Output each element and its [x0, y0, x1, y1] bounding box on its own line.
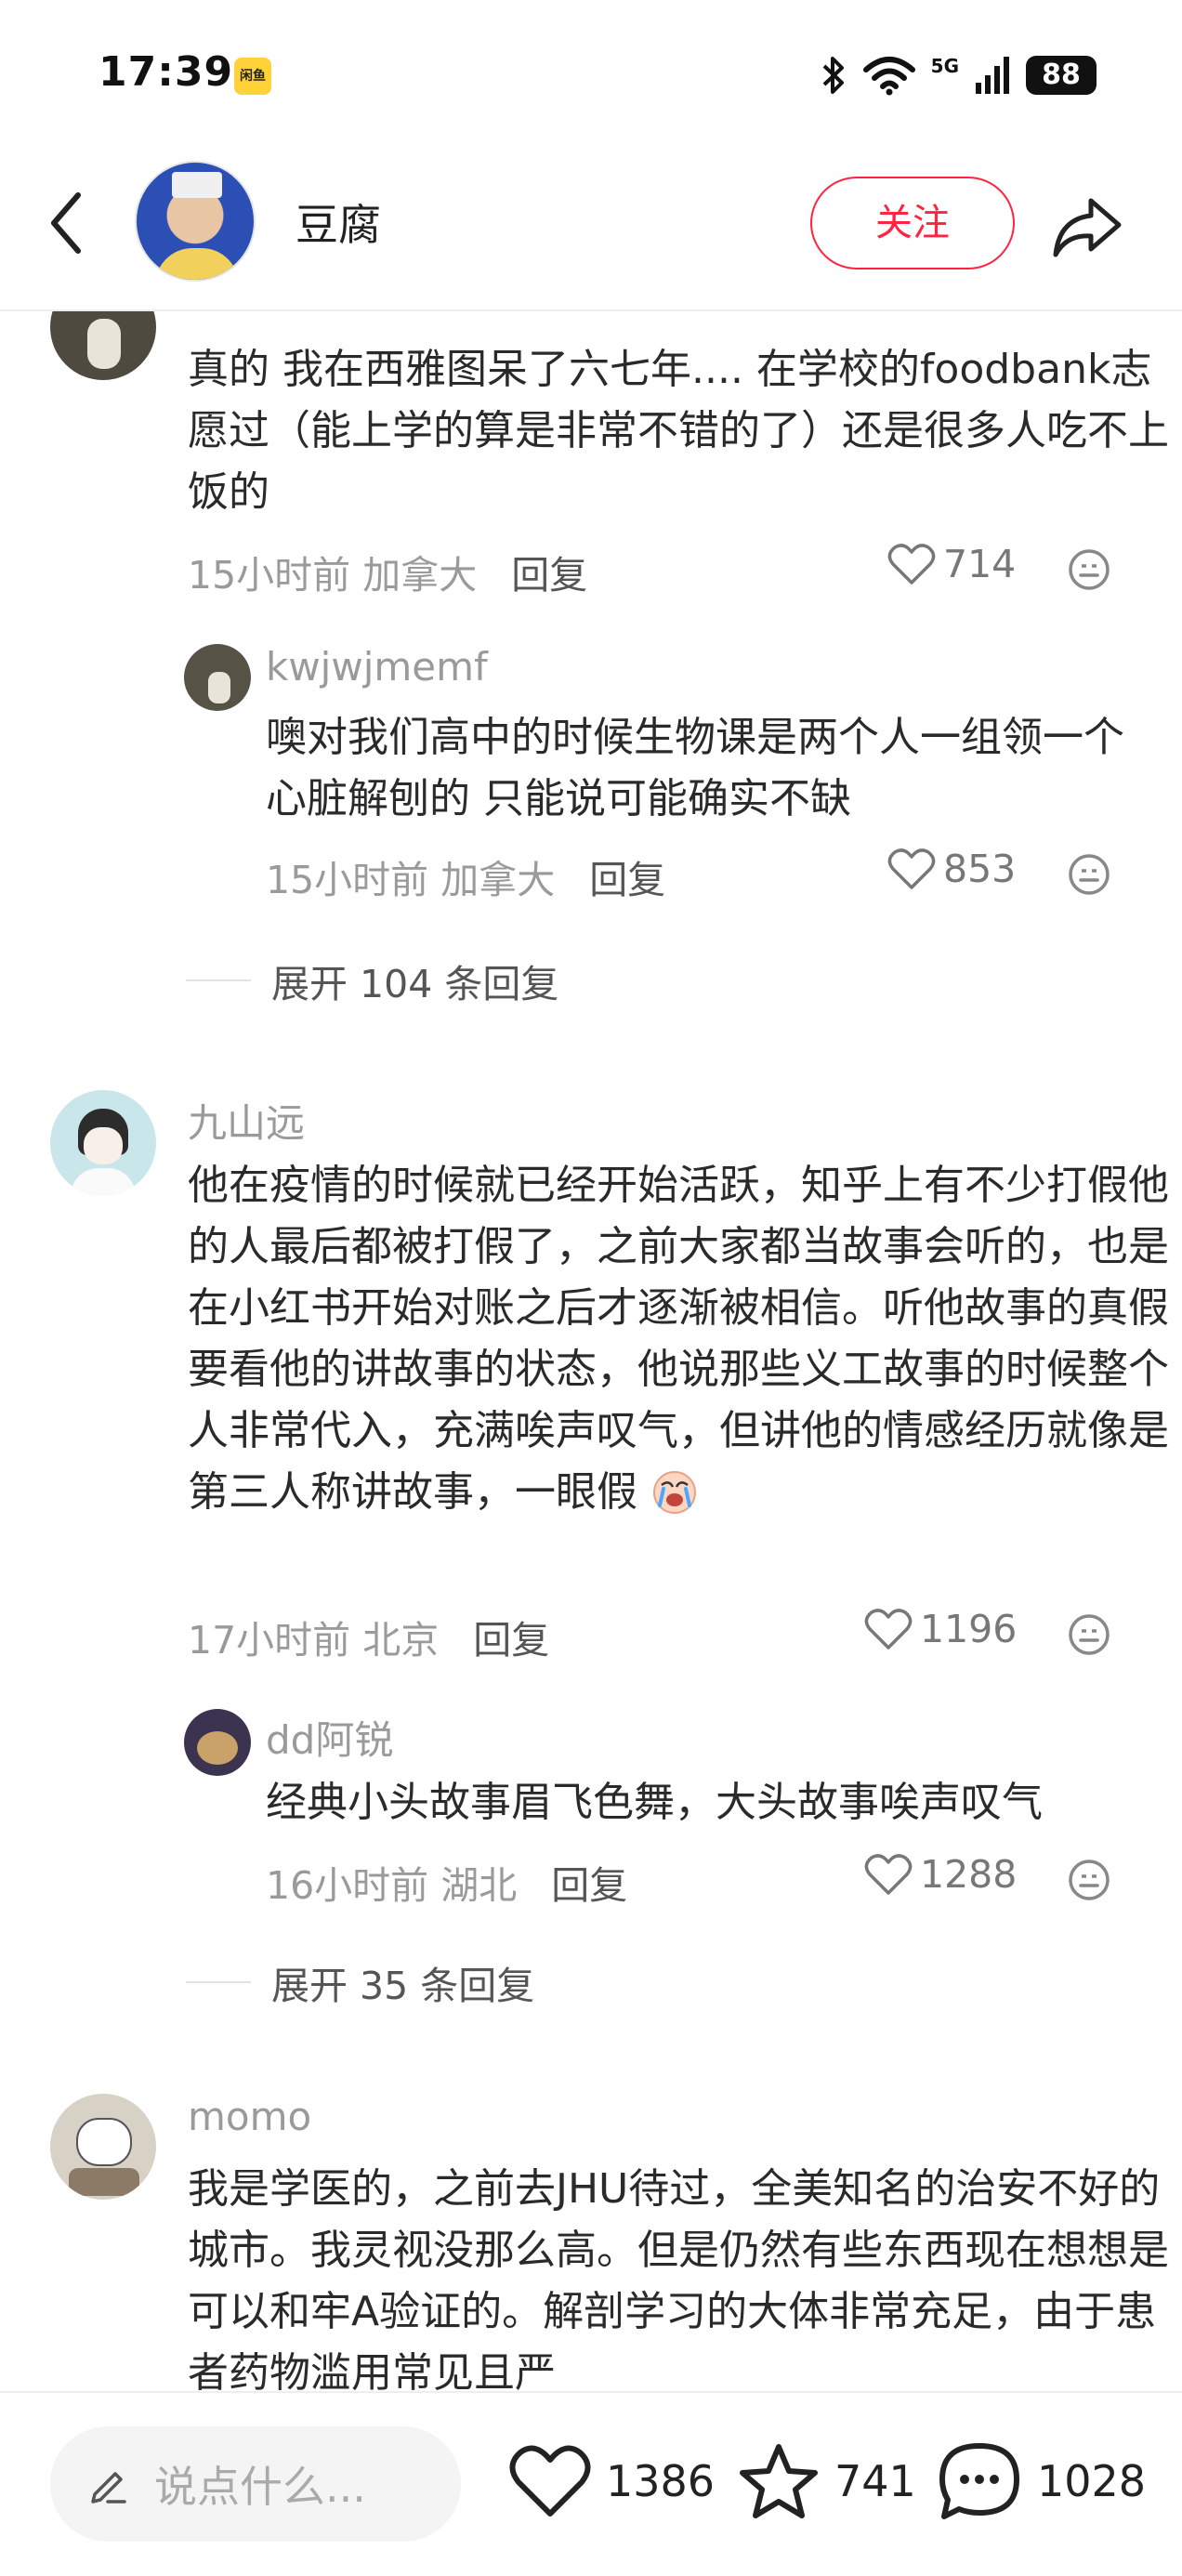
emoji-react-icon[interactable]: [1067, 1858, 1111, 1902]
reply-location: 加拿大: [440, 858, 556, 902]
reply-button[interactable]: 回复: [473, 1618, 549, 1663]
post-comment-count: 1028: [1037, 2456, 1147, 2506]
comment-time: 15小时前: [188, 553, 351, 598]
app-notification-badge: 闲鱼: [234, 58, 271, 95]
author-name[interactable]: 豆腐: [296, 191, 381, 253]
star-icon: [740, 2444, 818, 2518]
reply-meta: 15小时前 加拿大 回复: [266, 848, 665, 904]
reply-time: 16小时前: [266, 1863, 429, 1908]
reply-author[interactable]: dd阿锐: [266, 1709, 393, 1766]
reply-location: 湖北: [440, 1863, 518, 1908]
like-button[interactable]: 1196: [864, 1607, 1017, 1651]
comment-input[interactable]: 说点什么...: [50, 2426, 461, 2542]
author-avatar[interactable]: [135, 161, 256, 282]
reply-button[interactable]: 回复: [511, 553, 587, 598]
divider-line: [186, 1981, 251, 1983]
comment-avatar[interactable]: [50, 311, 156, 380]
post-header: 豆腐 关注: [0, 139, 1182, 311]
comment-location: 北京: [362, 1618, 440, 1663]
comment-input-placeholder: 说点什么...: [154, 2462, 366, 2512]
follow-button[interactable]: 关注: [810, 177, 1015, 269]
reply-author[interactable]: kwjwjmemf: [266, 644, 488, 690]
post-like-count: 1386: [606, 2456, 716, 2506]
like-count: 714: [943, 542, 1017, 586]
comment-text-body: 他在疫情的时候就已经开始活跃，知乎上有不少打假他的人最后都被打假了，之前大家都当…: [188, 1162, 1169, 1516]
comment-post-button[interactable]: 1028: [937, 2430, 1146, 2532]
battery-icon: 88: [1026, 56, 1097, 95]
comment-meta: 15小时前 加拿大 回复: [188, 544, 587, 599]
reply-text[interactable]: 经典小头故事眉飞色舞，大头故事唉声叹气: [266, 1772, 1158, 1833]
comment-text[interactable]: 我是学医的，之前去JHU待过，全美知名的治安不好的城市。我灵视没那么高。但是仍然…: [188, 2159, 1173, 2391]
expand-replies-button[interactable]: 展开 35 条回复: [186, 1954, 534, 2010]
reply-time: 15小时前: [266, 858, 429, 902]
comment-avatar[interactable]: [50, 1090, 156, 1196]
reply-button[interactable]: 回复: [551, 1863, 627, 1908]
like-button[interactable]: 1288: [864, 1852, 1017, 1897]
like-count: 853: [943, 847, 1017, 891]
divider-line: [186, 979, 251, 981]
expand-replies-label: 展开 104 条回复: [271, 962, 559, 1006]
reply-meta: 16小时前 湖北 回复: [266, 1854, 627, 1910]
network-type: 5G: [930, 55, 959, 77]
heart-icon: [864, 1609, 913, 1649]
comment-text[interactable]: 他在疫情的时候就已经开始活跃，知乎上有不少打假他的人最后都被打假了，之前大家都当…: [188, 1155, 1173, 1523]
heart-icon: [887, 848, 936, 889]
favorite-post-button[interactable]: 741: [738, 2430, 916, 2532]
comment-text[interactable]: 真的 我在西雅图呆了六七年.... 在学校的foodbank志愿过（能上学的算是…: [188, 339, 1173, 523]
like-button[interactable]: 853: [887, 847, 1016, 891]
reply-avatar[interactable]: [184, 644, 251, 711]
comment-location: 加拿大: [362, 553, 478, 598]
expand-replies-button[interactable]: 展开 104 条回复: [186, 953, 558, 1008]
emoji-react-icon[interactable]: [1067, 1612, 1111, 1657]
reply-button[interactable]: 回复: [589, 858, 665, 902]
comment-avatar[interactable]: [50, 2094, 156, 2200]
back-arrow-icon[interactable]: [41, 186, 97, 260]
comment-meta: 17小时前 北京 回复: [188, 1609, 549, 1664]
signal-icon: [976, 57, 1009, 94]
bottom-action-bar: 说点什么... 1386 741 1028: [0, 2391, 1182, 2576]
reply-text[interactable]: 噢对我们高中的时候生物课是两个人一组领一个心脏解刨的 只能说可能确实不缺: [266, 707, 1158, 830]
status-icons: 5G 88: [820, 52, 1097, 99]
like-button[interactable]: 714: [887, 542, 1016, 586]
heart-icon: [864, 1854, 913, 1895]
comment-time: 17小时前: [188, 1618, 351, 1663]
status-time: 17:39: [98, 48, 234, 96]
status-bar: 17:39 闲鱼 5G 88: [0, 0, 1182, 139]
comment-bubble-icon: [939, 2443, 1019, 2519]
like-count: 1288: [920, 1852, 1018, 1897]
reply-avatar[interactable]: [184, 1709, 251, 1776]
heart-icon: [887, 544, 936, 585]
comment-author[interactable]: momo: [188, 2094, 311, 2139]
share-icon[interactable]: [1048, 188, 1126, 266]
comment-author[interactable]: 九山远: [188, 1092, 305, 1149]
emoji-react-icon[interactable]: [1067, 852, 1111, 897]
like-count: 1196: [920, 1607, 1018, 1651]
pencil-icon: [91, 2472, 126, 2504]
comment-feed[interactable]: 真的 我在西雅图呆了六七年.... 在学校的foodbank志愿过（能上学的算是…: [0, 311, 1182, 2391]
emoji-react-icon[interactable]: [1067, 547, 1111, 592]
heart-icon: [509, 2445, 591, 2517]
expand-replies-label: 展开 35 条回复: [271, 1964, 535, 2008]
bluetooth-icon: [822, 57, 844, 94]
like-post-button[interactable]: 1386: [509, 2430, 715, 2532]
wifi-icon: [862, 57, 915, 96]
post-favorite-count: 741: [834, 2456, 916, 2506]
crying-emoji-icon: [650, 1466, 699, 1515]
